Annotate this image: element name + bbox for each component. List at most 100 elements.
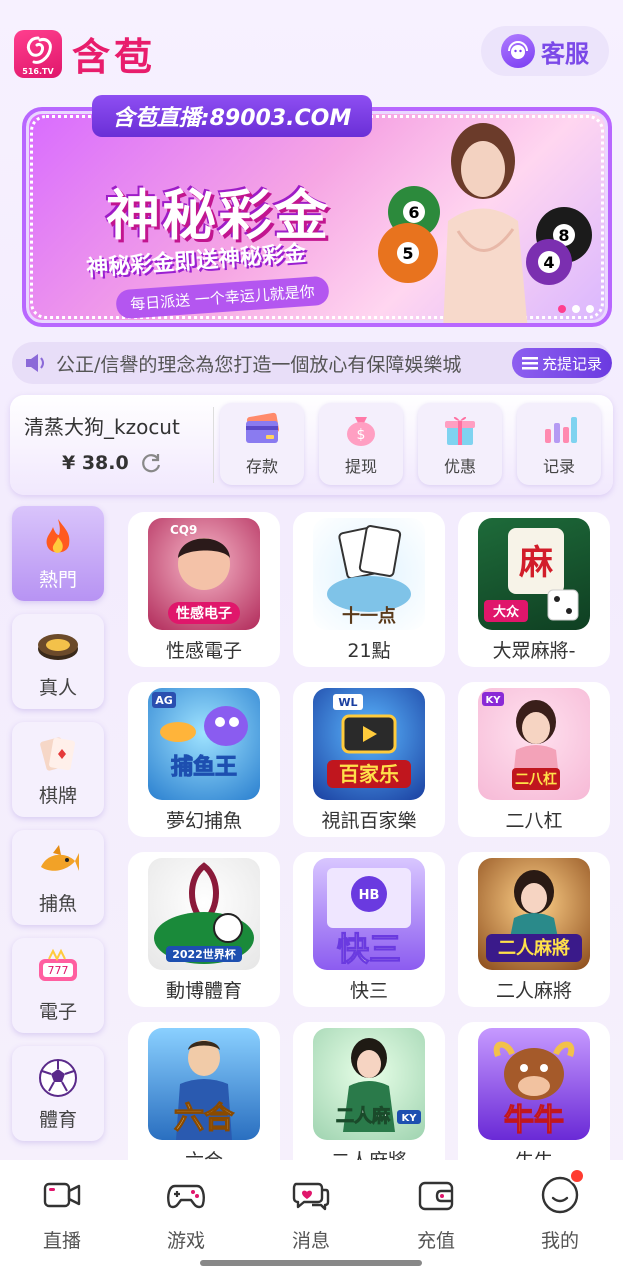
- announcement-marquee[interactable]: 公正/信譽的理念為您打造一個放心有保障娛樂城 充提记录: [12, 342, 612, 384]
- billiard-ball-5: 5: [378, 223, 438, 283]
- category-cards[interactable]: 棋牌: [12, 722, 104, 817]
- game-thumbnail: KY 二八杠: [478, 688, 590, 800]
- game-card-blackjack[interactable]: 十一点 21點: [293, 512, 445, 667]
- category-label: 熱門: [38, 569, 77, 591]
- gift-icon: [445, 416, 475, 445]
- category-slots[interactable]: 777 電子: [12, 938, 104, 1033]
- flame-icon: [46, 519, 70, 553]
- announcement-text: 公正/信譽的理念為您打造一個放心有保障娛樂城: [56, 353, 462, 376]
- game-card-baccarat[interactable]: WL 百家乐 視訊百家樂: [293, 682, 445, 837]
- nav-profile[interactable]: 我的: [510, 1168, 610, 1253]
- svg-text:六合: 六合: [174, 1101, 234, 1136]
- svg-text:$: $: [357, 427, 366, 443]
- promotions-label: 优惠: [443, 457, 476, 476]
- video-camera-icon: [43, 1182, 81, 1208]
- balance-amount: ¥ 38.0: [62, 452, 129, 474]
- svg-text:大众: 大众: [493, 604, 519, 620]
- customer-service-button[interactable]: 客服: [481, 26, 609, 76]
- logo-badge-icon: 516.TV: [14, 29, 62, 78]
- ball-number: 5: [397, 242, 419, 264]
- category-live[interactable]: 真人: [12, 614, 104, 709]
- game-card-sports[interactable]: 2022世界杯 動博體育: [128, 852, 280, 1007]
- ball-number: 4: [538, 251, 560, 273]
- username: 清蒸大狗_kzocut: [24, 415, 180, 439]
- game-label: 性感電子: [165, 640, 242, 662]
- game-thumbnail: 六合: [148, 1028, 260, 1140]
- game-card-mark-six[interactable]: 六合 六合: [128, 1022, 280, 1177]
- category-fishing[interactable]: 捕魚: [12, 830, 104, 925]
- category-hot[interactable]: 熱門: [12, 506, 104, 601]
- records-button[interactable]: 记录: [517, 403, 601, 485]
- svg-text:777: 777: [48, 964, 69, 977]
- game-label: 21點: [347, 640, 391, 662]
- money-bag-icon: $: [347, 417, 375, 446]
- category-sports[interactable]: 體育: [12, 1046, 104, 1141]
- game-card-28-bar[interactable]: KY 二八杠 二八杠: [458, 682, 610, 837]
- app-header: 516.TV 含苞 客服: [0, 0, 623, 90]
- record-label: 充提记录: [541, 354, 602, 373]
- nav-live[interactable]: 直播: [12, 1174, 112, 1253]
- gamepad-icon: [167, 1184, 205, 1209]
- balance: ¥ 38.0: [62, 451, 163, 475]
- game-card-kuaisan[interactable]: HB 快三 快三: [293, 852, 445, 1007]
- poker-chip-icon: [38, 634, 78, 660]
- svg-text:AG: AG: [155, 694, 173, 707]
- refresh-icon[interactable]: [139, 451, 163, 475]
- svg-text:捕鱼王: 捕鱼王: [171, 754, 237, 780]
- logo-subtext: 516.TV: [22, 66, 54, 76]
- game-thumbnail: 牛牛: [478, 1028, 590, 1140]
- withdraw-button[interactable]: $ 提现: [319, 403, 403, 485]
- category-label: 體育: [38, 1109, 77, 1131]
- nav-label: 游戏: [166, 1230, 205, 1252]
- pagination-dot[interactable]: [586, 305, 594, 313]
- svg-text:十一点: 十一点: [342, 605, 396, 627]
- nav-games[interactable]: 游戏: [136, 1174, 236, 1253]
- game-thumbnail: AG 捕鱼王: [148, 688, 260, 800]
- deposit-label: 存款: [245, 457, 278, 476]
- nav-label: 我的: [540, 1230, 579, 1252]
- svg-text:牛牛: 牛牛: [504, 1103, 564, 1138]
- game-card-mahjong[interactable]: 麻大众 大眾麻將-: [458, 512, 610, 667]
- svg-text:性感电子: 性感电子: [176, 605, 232, 622]
- logo-wordmark: 含苞: [72, 34, 157, 79]
- deposit-button[interactable]: 存款: [220, 403, 304, 485]
- category-label: 真人: [38, 677, 77, 699]
- banner-tab-label: 含苞直播:89003.COM: [92, 95, 372, 137]
- game-thumbnail: 二人麻 KY: [313, 1028, 425, 1140]
- banner-frame: 神秘彩金 神秘彩金即送神秘彩金 每日派送 一个幸运儿就是你 6 5 8 4: [22, 107, 612, 327]
- game-card-2p-mahjong[interactable]: 二人麻將 二人麻將: [458, 852, 610, 1007]
- wallet-panel: 清蒸大狗_kzocut ¥ 38.0 存款 $ 提现 优惠 记录: [10, 395, 613, 495]
- svg-text:2022世界杯: 2022世界杯: [172, 947, 237, 961]
- nav-label: 充值: [416, 1230, 455, 1252]
- game-card-2p-mahjong-ky[interactable]: 二人麻KY 二人麻將: [293, 1022, 445, 1177]
- divider: [213, 407, 214, 483]
- billiard-ball-4: 4: [526, 239, 572, 285]
- game-card-niuniu[interactable]: 牛牛 牛牛: [458, 1022, 610, 1177]
- category-label: 棋牌: [38, 785, 77, 807]
- game-label: 大眾麻將-: [492, 640, 576, 662]
- game-card-fishing[interactable]: AG 捕鱼王 夢幻捕魚: [128, 682, 280, 837]
- promo-banner[interactable]: 含苞直播:89003.COM 神秘彩金 神秘彩金即送神秘彩金 每日派送 一个幸运…: [22, 95, 612, 330]
- category-label: 捕魚: [38, 893, 77, 915]
- game-thumbnail: CQ9 性感电子: [148, 518, 260, 630]
- game-label: 夢幻捕魚: [165, 810, 242, 832]
- svg-text:百家乐: 百家乐: [339, 762, 399, 786]
- game-thumbnail: 十一点: [313, 518, 425, 630]
- deposit-withdraw-record-button[interactable]: 充提记录: [511, 348, 612, 378]
- wallet-icon: [418, 1181, 454, 1211]
- credit-card-icon: [246, 412, 280, 443]
- nav-recharge[interactable]: 充值: [386, 1174, 486, 1253]
- game-card-sexy-slots[interactable]: CQ9 性感电子 性感電子: [128, 512, 280, 667]
- customer-service-label: 客服: [541, 39, 589, 68]
- svg-text:二人麻: 二人麻: [336, 1105, 391, 1127]
- svg-text:二人麻將: 二人麻將: [498, 937, 570, 959]
- home-indicator[interactable]: [200, 1260, 422, 1266]
- game-thumbnail: HB 快三: [313, 858, 425, 970]
- pagination-dot[interactable]: [558, 305, 566, 313]
- pagination-dot[interactable]: [572, 305, 580, 313]
- nav-messages[interactable]: 消息: [261, 1174, 361, 1253]
- ball-number: 6: [403, 201, 425, 223]
- promotions-button[interactable]: 优惠: [418, 403, 502, 485]
- svg-text:快三: 快三: [337, 930, 401, 968]
- app-logo[interactable]: 516.TV 含苞: [14, 26, 156, 81]
